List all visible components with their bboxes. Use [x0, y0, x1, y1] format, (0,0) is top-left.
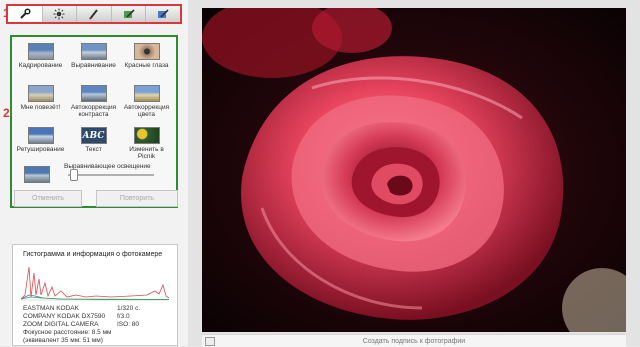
text-icon: ABC [80, 127, 107, 144]
tab-effects-2[interactable] [111, 6, 147, 22]
histogram-panel: Гистограмма и информация о фотокамере EA… [12, 244, 178, 346]
retouch-tool[interactable]: Ретуширование [14, 124, 67, 166]
retouch-label: Ретуширование [16, 146, 65, 153]
tab-effects-3[interactable] [146, 6, 180, 22]
lucky-icon [27, 85, 54, 102]
straighten-icon [80, 43, 107, 60]
tab-tuning[interactable] [42, 6, 78, 22]
wrench-icon [20, 8, 31, 19]
tab-basic-fixes[interactable] [8, 6, 43, 22]
camera-line: ZOOM DIGITAL CAMERA [23, 321, 99, 328]
rose-photo [202, 8, 626, 332]
brush-icon [89, 9, 98, 20]
auto-color-icon [133, 85, 160, 102]
retouch-icon [27, 127, 54, 144]
exposure-line: f/3.0 [117, 313, 130, 320]
redeye-icon [133, 43, 160, 60]
edit-tabs [6, 4, 182, 24]
fill-light-slider-handle[interactable] [70, 169, 78, 181]
auto-contrast-tool[interactable]: Автокоррекция контраста [67, 82, 120, 124]
fill-light-slider-track[interactable] [68, 174, 154, 176]
histogram-green-curve [21, 296, 169, 300]
edit-pencil-icon [123, 9, 135, 18]
sun-icon [53, 8, 65, 20]
tool-grid: Кадрирование Выравнивание Красные глаза … [14, 40, 174, 166]
camera-info: EASTMAN KODAK COMPANY KODAK DX7590 ZOOM … [23, 305, 121, 345]
auto-color-tool[interactable]: Автокоррекция цвета [120, 82, 173, 124]
crop-label: Кадрирование [18, 62, 63, 69]
edit-panel: 1 2 Кадрирование [0, 0, 189, 346]
history-buttons: Отменить Повторить [14, 190, 178, 207]
annotation-marker-2: 2 [3, 106, 10, 120]
picasa-editor: 1 2 Кадрирование [0, 0, 640, 347]
camera-line: COMPANY KODAK DX7590 [23, 313, 106, 320]
histogram-graph [21, 266, 169, 301]
basic-fixes-panel: Кадрирование Выравнивание Красные глаза … [10, 35, 178, 208]
camera-line: (эквивалент 35 мм: 51 мм) [23, 337, 103, 344]
exposure-info: 1/320 с. f/3.0 ISO: 80 [117, 305, 167, 329]
exposure-line: 1/320 с. [117, 305, 141, 312]
caption-placeholder: Создать подпись к фотографии [362, 337, 466, 345]
lucky-label: Мне повезёт! [20, 104, 61, 111]
histogram-title: Гистограмма и информация о фотокамере [23, 251, 163, 258]
photo-canvas[interactable] [202, 8, 626, 332]
paint-bucket-icon [158, 9, 169, 18]
photo-view: Создать подпись к фотографии [188, 0, 640, 347]
picnik-label: Изменить в Picnik [129, 146, 164, 160]
text-label: Текст [85, 146, 102, 153]
tab-effects-1[interactable] [77, 6, 112, 22]
undo-button[interactable]: Отменить [14, 190, 82, 207]
histogram-red-curve [21, 266, 169, 300]
caption-toggle-icon[interactable] [205, 337, 215, 346]
auto-contrast-label: Автокоррекция контраста [70, 104, 117, 118]
camera-line: Фокусное расстояние: 8.5 мм [23, 329, 112, 336]
camera-line: EASTMAN KODAK [23, 305, 79, 312]
lucky-tool[interactable]: Мне повезёт! [14, 82, 67, 124]
caption-field[interactable]: Создать подпись к фотографии [202, 334, 626, 347]
crop-tool[interactable]: Кадрирование [14, 40, 67, 82]
straighten-label: Выравнивание [71, 62, 116, 69]
exposure-line: ISO: 80 [117, 321, 140, 328]
crop-icon [27, 43, 54, 60]
auto-color-label: Автокоррекция цвета [123, 104, 170, 118]
auto-contrast-icon [80, 85, 107, 102]
redeye-tool[interactable]: Красные глаза [120, 40, 173, 82]
text-tool[interactable]: ABC Текст [67, 124, 120, 166]
straighten-tool[interactable]: Выравнивание [67, 40, 120, 82]
picnik-icon [133, 127, 160, 144]
fill-light-icon [24, 166, 50, 183]
picnik-tool[interactable]: Изменить в Picnik [120, 124, 173, 166]
redo-button[interactable]: Повторить [96, 190, 178, 207]
redeye-label: Красные глаза [124, 62, 169, 69]
